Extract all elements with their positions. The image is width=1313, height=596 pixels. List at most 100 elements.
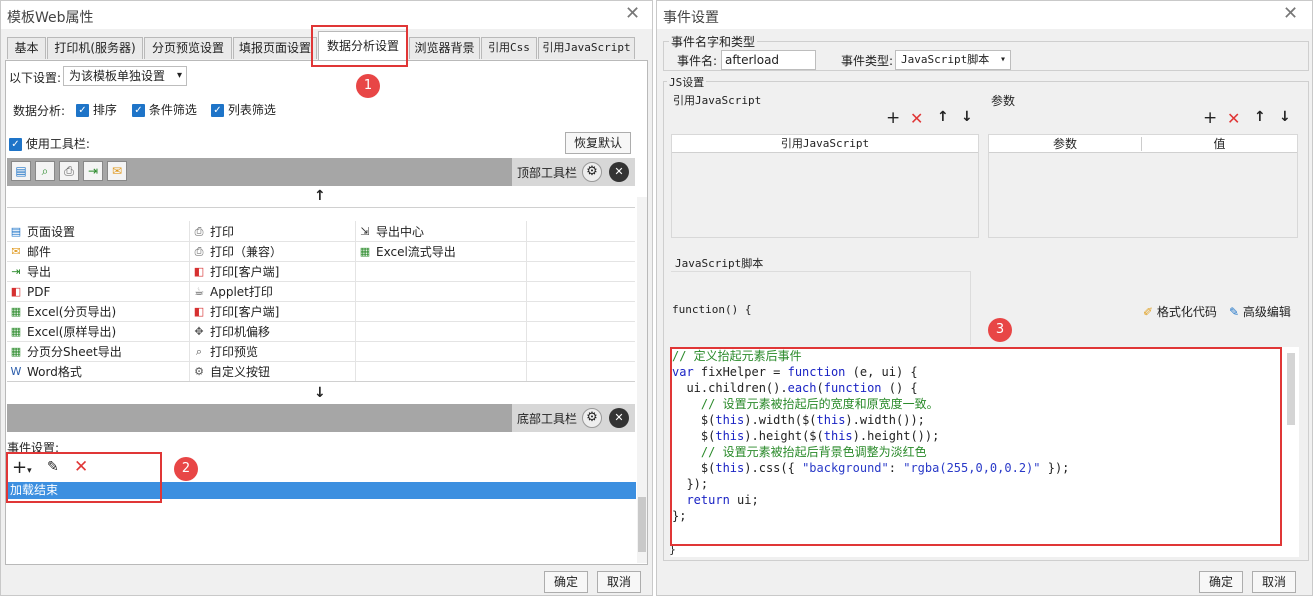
dialog-title: 事件设置 <box>657 1 1312 29</box>
format-code-button[interactable]: ✐ 格式化代码 <box>1143 303 1217 320</box>
toolbar-button-item[interactable]: ◧ 打印[客户端] <box>190 302 280 322</box>
toolbar-button-item[interactable]: ▤ 页面设置 <box>7 222 75 242</box>
checkbox-sort-label: 排序 <box>92 103 117 117</box>
move-down-icon[interactable]: ↓ <box>1279 109 1291 125</box>
js-script-label: JavaScript脚本 <box>675 257 764 270</box>
toolbar-button-label: Applet打印 <box>210 285 273 299</box>
add-icon[interactable]: + <box>1203 108 1217 128</box>
tab-paging-preview[interactable]: 分页预览设置 <box>144 37 232 59</box>
move-down-arrow[interactable]: ↓ <box>314 385 326 401</box>
advanced-edit-button[interactable]: ✎ 高级编辑 <box>1229 303 1291 320</box>
print-icon: ⎙ <box>194 245 204 258</box>
gear-icon[interactable]: ⚙ <box>582 408 602 428</box>
move-up-icon[interactable]: ↑ <box>937 109 949 125</box>
toolbar-button-item[interactable]: ⇥ 导出 <box>7 262 51 282</box>
toolbar-button-item[interactable]: ▦ Excel(原样导出) <box>7 322 116 342</box>
toolbar-button-item[interactable]: ✥ 打印机偏移 <box>190 322 270 342</box>
toolbar-button-item[interactable]: ⌕ 打印预览 <box>190 342 258 362</box>
bottom-toolbar-bar: 底部工具栏 ⚙ ✕ <box>7 404 635 432</box>
toolbar-button-item[interactable]: W Word格式 <box>7 362 82 382</box>
event-type-select[interactable]: JavaScript脚本 ▾ <box>895 50 1011 70</box>
applet-icon: ☕ <box>194 285 204 298</box>
move-up-icon[interactable]: ↑ <box>1254 109 1266 125</box>
gear-icon[interactable]: ⚙ <box>582 162 602 182</box>
ref-js-table[interactable]: 引用JavaScript <box>671 134 979 238</box>
grid-row: W Word格式 ⚙ 自定义按钮 <box>7 362 635 382</box>
delete-toolbar-icon[interactable]: ✕ <box>609 162 629 182</box>
cancel-button[interactable]: 取消 <box>597 571 641 593</box>
move-up-arrow[interactable]: ↑ <box>314 188 326 204</box>
toolbar-button-item[interactable]: ✉ 邮件 <box>7 242 51 262</box>
mail-icon: ✉ <box>11 245 21 258</box>
toolbar-button-item[interactable]: ▦ Excel(分页导出) <box>7 302 116 322</box>
preview-icon[interactable]: ⌕ <box>35 161 55 181</box>
tab-ref-javascript[interactable]: 引用JavaScript <box>538 37 635 59</box>
toolbar-button-label: 打印预览 <box>210 345 259 359</box>
restore-default-button[interactable]: 恢复默认 <box>565 132 631 154</box>
ref-js-label: 引用JavaScript <box>673 94 762 107</box>
delete-toolbar-icon[interactable]: ✕ <box>609 408 629 428</box>
checkbox-condition-label: 条件筛选 <box>148 103 197 117</box>
toolbar-button-item[interactable]: ▦ Excel流式导出 <box>356 242 456 262</box>
toolbar-button-label: 导出 <box>27 265 52 279</box>
chevron-down-icon: ▾ <box>176 70 182 81</box>
close-icon[interactable]: ✕ <box>1283 3 1298 24</box>
bottom-toolbar-label: 底部工具栏 <box>517 412 578 426</box>
toolbar-button-item[interactable]: ⇲ 导出中心 <box>356 222 424 242</box>
params-table[interactable]: 参数 值 <box>988 134 1298 238</box>
js-settings-label: JS设置 <box>667 74 707 90</box>
toolbar-button-item[interactable]: ◧ PDF <box>7 282 51 302</box>
move-icon: ✥ <box>194 325 204 338</box>
tab-basic[interactable]: 基本 <box>7 37 46 59</box>
word-icon: W <box>10 365 22 378</box>
checkbox-use-toolbar[interactable]: ✓ 使用工具栏: <box>9 135 90 152</box>
ok-button[interactable]: 确定 <box>544 571 588 593</box>
tab-fill-page[interactable]: 填报页面设置 <box>233 37 317 59</box>
toolbar-button-label: 邮件 <box>27 245 52 259</box>
tab-printer-server[interactable]: 打印机(服务器) <box>47 37 143 59</box>
toolbar-button-item[interactable]: ⎙ 打印 <box>190 222 234 242</box>
toolbar-button-label: Excel(原样导出) <box>27 325 117 339</box>
toolbar-button-label: 打印[客户端] <box>210 265 280 279</box>
scrollbar[interactable] <box>637 197 647 563</box>
delete-icon[interactable]: ✕ <box>910 109 923 128</box>
delete-icon[interactable]: ✕ <box>1227 109 1240 128</box>
checkbox-condition-filter[interactable]: ✓ 条件筛选 <box>132 101 197 118</box>
scrollbar[interactable] <box>1287 353 1295 425</box>
toolbar-button-item[interactable]: ⚙ 自定义按钮 <box>190 362 270 382</box>
cancel-button[interactable]: 取消 <box>1252 571 1296 593</box>
toolbar-button-label: 打印 <box>210 225 235 239</box>
close-icon[interactable]: ✕ <box>625 3 640 24</box>
move-down-icon[interactable]: ↓ <box>961 109 973 125</box>
checkbox-list-filter[interactable]: ✓ 列表筛选 <box>211 101 276 118</box>
check-icon: ✓ <box>211 104 224 117</box>
grid-row: ⇥ 导出 ◧ 打印[客户端] <box>7 262 635 282</box>
toolbar-button-item[interactable]: ⎙ 打印（兼容） <box>190 242 282 262</box>
print-icon[interactable]: ⎙ <box>59 161 79 181</box>
brush-icon: ✐ <box>1143 305 1154 319</box>
toolbar-button-item[interactable]: ▦ 分页分Sheet导出 <box>7 342 122 362</box>
grid-row: ◧ PDF ☕ Applet打印 <box>7 282 635 302</box>
event-name-input[interactable]: afterload <box>721 50 816 70</box>
toolbar-button-item[interactable]: ◧ 打印[客户端] <box>190 262 280 282</box>
export-icon[interactable]: ⇥ <box>83 161 103 181</box>
tab-browser-bg[interactable]: 浏览器背景 <box>409 37 480 59</box>
toolbar-button-label: 页面设置 <box>27 225 76 239</box>
toolbar-button-label: PDF <box>27 285 51 299</box>
mail-icon[interactable]: ✉ <box>107 161 127 181</box>
toolbar-button-item[interactable]: ☕ Applet打印 <box>190 282 273 302</box>
grid-row: ▤ 页面设置 ⎙ 打印 ⇲ 导出中心 <box>7 222 635 242</box>
function-header: function() { <box>672 303 752 316</box>
tab-ref-css[interactable]: 引用Css <box>481 37 537 59</box>
edit-icon: ✎ <box>1229 305 1240 319</box>
checkbox-sort[interactable]: ✓ 排序 <box>76 101 117 118</box>
use-toolbar-label: 使用工具栏: <box>25 137 90 151</box>
event-name-label: 事件名: <box>677 54 718 68</box>
add-icon[interactable]: + <box>886 108 900 128</box>
checkbox-list-label: 列表筛选 <box>227 103 276 117</box>
setting-select[interactable]: 为该模板单独设置 ▾ <box>63 66 187 86</box>
ok-button[interactable]: 确定 <box>1199 571 1243 593</box>
preview-icon: ⌕ <box>195 345 203 358</box>
page-setup-icon[interactable]: ▤ <box>11 161 31 181</box>
name-type-group-label: 事件名字和类型 <box>669 33 758 50</box>
